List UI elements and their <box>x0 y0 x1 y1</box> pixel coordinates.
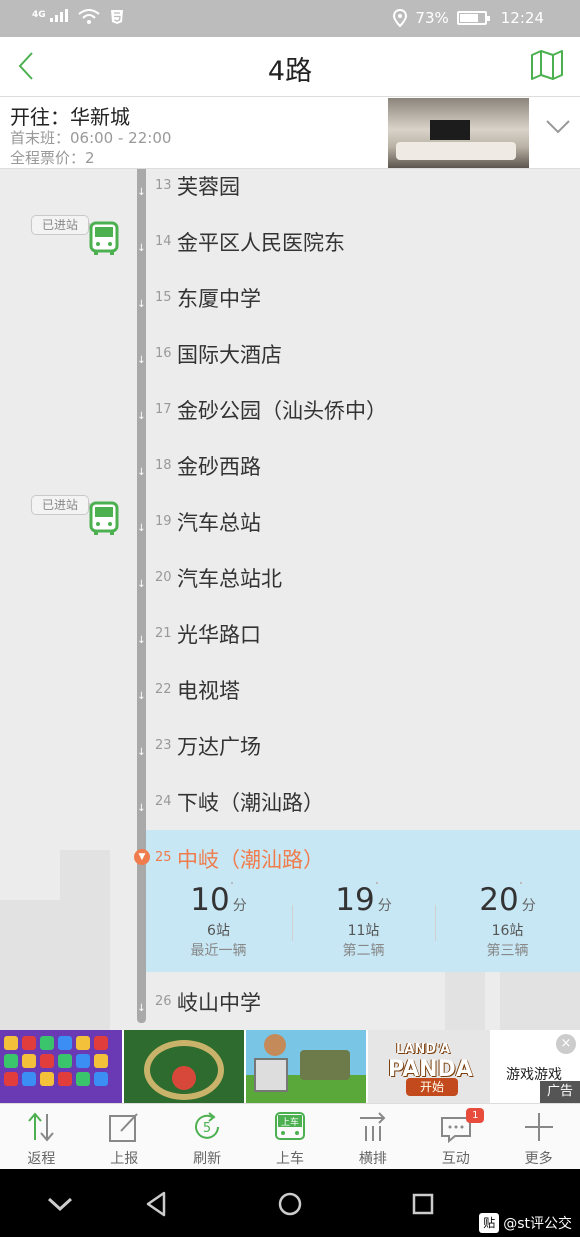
stop-name: 下岐（潮汕路） <box>177 791 324 815</box>
arrow-down-icon: ↓ <box>137 187 146 198</box>
horizontal-layout-button[interactable]: 横排 <box>331 1104 414 1170</box>
board-bus-icon: 上车 <box>275 1112 305 1140</box>
more-button[interactable]: 更多 <box>497 1104 580 1170</box>
wifi-icon <box>78 9 101 24</box>
stop-name: 岐山中学 <box>177 991 261 1015</box>
nav-recents-icon[interactable] <box>408 1189 438 1219</box>
page-title: 4路 <box>267 56 313 87</box>
current-location-pin-icon: ▼ <box>134 849 150 865</box>
stop-name: 光华路口 <box>177 623 261 647</box>
stop-item[interactable]: ↓ 22 电视塔 <box>0 673 580 729</box>
ad-banner[interactable]: LAND'A PANDA 开始 游戏游戏 × 广告 <box>0 1030 580 1103</box>
svg-text:5: 5 <box>203 1121 211 1136</box>
stop-name: 芙蓉园 <box>177 175 240 199</box>
arrow-down-icon: ↓ <box>137 691 146 702</box>
route-info: 开往：华新城 首末班：06:00 - 22:00 全程票价：2 <box>0 97 580 169</box>
map-icon[interactable] <box>530 49 564 81</box>
eta-first: 10 分 6站 最近一辆 <box>190 882 247 959</box>
stop-name: 万达广场 <box>177 735 261 759</box>
stop-name: 东厦中学 <box>177 287 261 311</box>
stop-name: 金砂西路 <box>177 455 261 479</box>
arrived-badge: 已进站 <box>31 215 94 235</box>
stop-name: 汽车总站北 <box>177 567 282 591</box>
stop-item[interactable]: ↓ 20 汽车总站北 <box>0 561 580 617</box>
stop-item[interactable]: ↓ 23 万达广场 <box>0 729 580 785</box>
arrow-down-icon: ↓ <box>137 243 146 254</box>
notification-badge: 1 <box>466 1108 485 1123</box>
current-stop-name: 中岐（潮汕路） <box>177 848 324 872</box>
arrow-down-icon: ↓ <box>137 411 146 422</box>
arrived-badge: 已进站 <box>31 495 94 515</box>
arrow-down-icon: ↓ <box>137 635 146 646</box>
ad-game-tile[interactable] <box>124 1030 244 1103</box>
stop-name: 汽车总站 <box>177 511 261 535</box>
location-icon <box>393 9 408 27</box>
destination: 开往：华新城 <box>10 105 130 129</box>
arrow-down-icon: ↓ <box>137 523 146 534</box>
stop-item[interactable]: ↓ 17 金砂公园（汕头侨中） <box>0 393 580 449</box>
ad-text-tile[interactable]: 游戏游戏 × 广告 <box>492 1030 580 1103</box>
ad-game-tile[interactable] <box>0 1030 122 1103</box>
eta-third: 20 分 16站 第三辆 <box>479 882 536 959</box>
arrow-down-icon: ↓ <box>137 579 146 590</box>
ad-start-button[interactable]: 开始 <box>406 1078 458 1096</box>
refresh-button[interactable]: 5 刷新 <box>166 1104 249 1170</box>
clock: 12:24 <box>500 9 544 27</box>
bus-icon[interactable] <box>89 501 119 537</box>
fare: 全程票价：2 <box>10 149 95 167</box>
stop-list: ↓ 13 芙蓉园 ↓ 14 金平区人民医院东 ↓ 15 东厦中学 ↓ 16 国际大酒店 ↓ 17 金… <box>0 169 580 1030</box>
stop-item[interactable]: ↓ 15 东厦中学 <box>0 281 580 337</box>
current-stop-panel[interactable]: 25 中岐（潮汕路） 10 分 6站 最近一辆 19 分 11站 第二辆 20 分 1… <box>146 830 580 972</box>
stop-name: 金平区人民医院东 <box>177 231 345 255</box>
close-icon[interactable]: × <box>556 1034 576 1054</box>
edit-note-icon <box>109 1113 139 1142</box>
nav-hide-icon[interactable] <box>45 1189 75 1219</box>
stop-item[interactable]: ↓ 26 岐山中学 <box>0 985 580 1030</box>
bottom-toolbar: 返程 上报 5 刷新 上车 上车 横排 1 互动 更多 <box>0 1103 580 1169</box>
arrow-down-icon: ↓ <box>137 299 146 310</box>
horizontal-layout-icon <box>359 1112 386 1141</box>
html5-icon <box>111 10 124 24</box>
stop-item[interactable]: ↓ 21 光华路口 <box>0 617 580 673</box>
bus-icon[interactable] <box>89 221 119 257</box>
svg-text:上车: 上车 <box>281 1116 299 1128</box>
eta-second: 19 分 11站 第二辆 <box>335 882 392 959</box>
swap-arrows-icon <box>28 1112 55 1142</box>
battery-icon <box>456 11 490 25</box>
nav-home-icon[interactable] <box>275 1189 305 1219</box>
board-button[interactable]: 上车 上车 <box>249 1104 332 1170</box>
plus-icon <box>524 1113 553 1141</box>
report-button[interactable]: 上报 <box>83 1104 166 1170</box>
watermark: 贴 @st评公交 <box>479 1213 572 1233</box>
ad-game-tile[interactable]: LAND'A PANDA 开始 <box>368 1030 490 1103</box>
battery-percent: 73% <box>415 9 449 27</box>
stop-name: 金砂公园（汕头侨中） <box>177 399 387 423</box>
arrow-down-icon: ↓ <box>137 355 146 366</box>
stop-item[interactable]: ↓ 16 国际大酒店 <box>0 337 580 393</box>
system-nav-bar: 贴 @st评公交 <box>0 1169 580 1237</box>
arrow-down-icon: ↓ <box>137 1003 146 1014</box>
status-bar: 4G 73% 12:24 <box>0 0 580 37</box>
network-type: 4G <box>32 10 46 20</box>
refresh-icon: 5 <box>195 1112 220 1139</box>
app-header: 4路 <box>0 37 580 97</box>
arrow-down-icon: ↓ <box>137 467 146 478</box>
interact-button[interactable]: 1 互动 <box>414 1104 497 1170</box>
arrow-down-icon: ↓ <box>137 747 146 758</box>
return-trip-button[interactable]: 返程 <box>0 1104 83 1170</box>
chevron-down-icon[interactable] <box>545 119 571 135</box>
stop-name: 电视塔 <box>177 679 240 703</box>
ad-label: 广告 <box>540 1081 580 1103</box>
tieba-logo-icon: 贴 <box>479 1213 500 1233</box>
arrow-down-icon: ↓ <box>137 803 146 814</box>
stop-name: 国际大酒店 <box>177 343 282 367</box>
service-hours: 首末班：06:00 - 22:00 <box>10 129 172 147</box>
ad-image[interactable] <box>388 98 529 168</box>
signal-icon: 4G <box>32 8 69 26</box>
nav-back-icon[interactable] <box>142 1189 172 1219</box>
ad-game-tile[interactable] <box>246 1030 366 1103</box>
